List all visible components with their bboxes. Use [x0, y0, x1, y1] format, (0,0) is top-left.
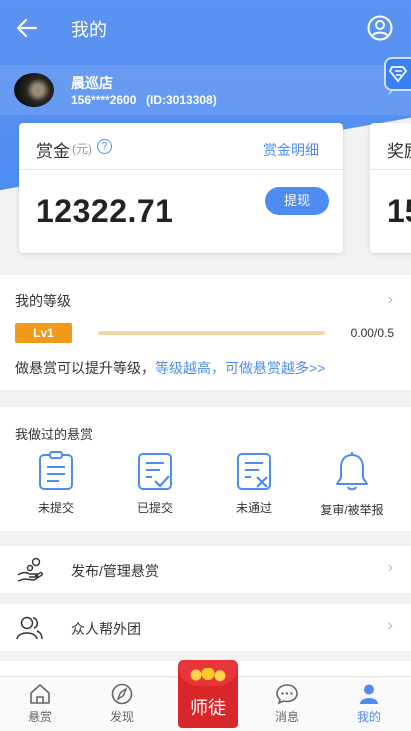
bounty-unit: (元)	[72, 142, 92, 156]
bounty-status-submitted[interactable]: 已提交	[115, 451, 195, 521]
level-tip-text: 做悬赏可以提升等级，	[15, 360, 155, 376]
tab-label: 我的	[356, 710, 381, 724]
chevron-right-icon: ›	[387, 291, 393, 308]
team-help-row[interactable]: 众人帮外团 ›	[0, 604, 411, 651]
level-section[interactable]: 我的等级 › Lv1 0.00/0.5 做悬赏可以提升等级，等级越高，可做悬赏越…	[0, 275, 411, 390]
tab-mine[interactable]: 我的	[339, 683, 399, 725]
tab-bounty[interactable]: 悬赏	[10, 683, 70, 725]
bounty-title: 赏金	[36, 142, 70, 161]
user-circle-icon[interactable]	[367, 15, 393, 41]
tab-label: 发现	[109, 710, 134, 724]
reward-card[interactable]: 奖励 15	[370, 123, 411, 253]
tab-discover[interactable]: 发现	[92, 683, 152, 725]
team-help-label: 众人帮外团	[71, 621, 141, 637]
bounty-status-label: 复审/被举报	[320, 503, 384, 517]
back-arrow-icon[interactable]	[14, 16, 40, 40]
avatar[interactable]	[14, 73, 54, 107]
tab-label: 消息	[274, 710, 299, 724]
clipboard-check-icon	[138, 453, 172, 490]
page-title: 我的	[71, 20, 107, 40]
manage-bounty-label: 发布/管理悬赏	[71, 563, 159, 579]
profile-strip[interactable]	[0, 65, 411, 115]
users-icon	[16, 616, 43, 640]
bounty-status-review[interactable]: 复审/被举报	[312, 451, 392, 521]
help-icon[interactable]: ?	[97, 139, 112, 154]
tab-messages[interactable]: 消息	[257, 683, 317, 725]
float-service-icon[interactable]	[386, 59, 411, 89]
tab-label: 悬赏	[27, 710, 52, 724]
bounty-status-label: 未提交	[37, 501, 74, 515]
bounty-status-rejected[interactable]: 未通过	[214, 451, 294, 521]
my-bounties-section: 我做过的悬赏 未提交 已提交 未通过 复审/被举报	[0, 407, 411, 531]
reward-amount: 15	[387, 193, 411, 229]
bounty-amount: 12322.71	[36, 193, 174, 229]
profile-page: 我的 晨巡店 156****2600 (ID:3013308) › 赏金 (元)…	[0, 0, 411, 731]
withdraw-button[interactable]: 提现	[265, 187, 329, 215]
bounty-detail-link[interactable]: 赏金明细	[263, 140, 319, 160]
compass-icon	[111, 683, 133, 705]
user-id: (ID:3013308)	[146, 93, 217, 107]
tab-mentor[interactable]: 师徒	[170, 656, 242, 731]
level-badge: Lv1	[15, 323, 72, 343]
level-tip: 做悬赏可以提升等级，等级越高，可做悬赏越多>>	[15, 358, 325, 378]
bell-icon	[336, 452, 368, 491]
manage-bounty-row[interactable]: 发布/管理悬赏 ›	[0, 546, 411, 593]
bounty-status-unsubmitted[interactable]: 未提交	[16, 451, 96, 521]
user-phone: 156****2600	[71, 93, 137, 107]
chevron-right-icon: ›	[387, 559, 393, 576]
coins-icon	[188, 668, 228, 682]
level-title: 我的等级	[15, 293, 71, 309]
user-name: 晨巡店	[71, 75, 113, 91]
level-progress-bar	[98, 331, 325, 335]
bounty-status-label: 未通过	[235, 501, 272, 515]
reward-card-header: 奖励	[370, 123, 411, 170]
chevron-right-icon: ›	[387, 617, 393, 634]
top-bar: 我的	[0, 0, 411, 56]
bounty-card-header: 赏金 (元) ? 赏金明细	[19, 123, 343, 170]
my-bounties-title: 我做过的悬赏	[15, 427, 94, 442]
bounty-status-label: 已提交	[136, 501, 173, 515]
reward-title: 奖励	[387, 142, 411, 161]
chat-icon	[276, 684, 298, 705]
clipboard-icon	[39, 451, 73, 490]
hand-coins-icon	[17, 557, 43, 582]
level-tip-link[interactable]: 等级越高，可做悬赏越多>>	[155, 360, 325, 376]
home-icon	[30, 684, 50, 704]
person-icon	[360, 684, 378, 704]
level-progress-text: 0.00/0.5	[350, 326, 394, 340]
tab-label: 师徒	[190, 698, 226, 718]
clipboard-x-icon	[237, 453, 271, 490]
bounty-card: 赏金 (元) ? 赏金明细 12322.71 提现	[19, 123, 343, 253]
